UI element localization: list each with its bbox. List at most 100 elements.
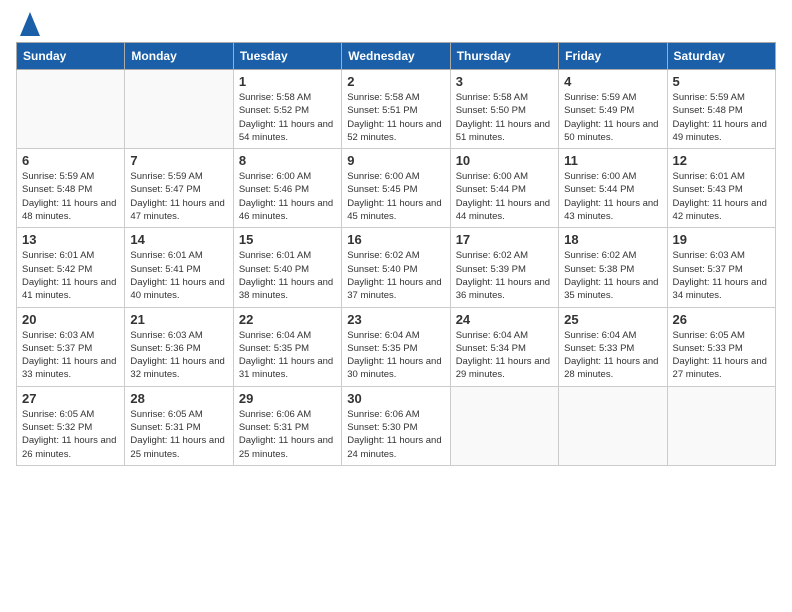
calendar-cell: 3 Sunrise: 5:58 AMSunset: 5:50 PMDaylight… — [450, 70, 558, 149]
calendar-cell: 28 Sunrise: 6:05 AMSunset: 5:31 PMDayligh… — [125, 386, 233, 465]
day-number: 2 — [347, 74, 444, 89]
day-number: 10 — [456, 153, 553, 168]
calendar-cell: 7 Sunrise: 5:59 AMSunset: 5:47 PMDaylight… — [125, 149, 233, 228]
day-info: Sunrise: 6:03 AMSunset: 5:36 PMDaylight:… — [130, 329, 227, 382]
day-info: Sunrise: 5:59 AMSunset: 5:48 PMDaylight:… — [673, 91, 770, 144]
calendar-body: 1Sunrise: 5:58 AMSunset: 5:52 PMDaylight… — [17, 70, 776, 466]
day-info: Sunrise: 6:00 AMSunset: 5:44 PMDaylight:… — [564, 170, 661, 223]
day-number: 22 — [239, 312, 336, 327]
calendar-header: SundayMondayTuesdayWednesdayThursdayFrid… — [17, 43, 776, 70]
day-info: Sunrise: 6:03 AMSunset: 5:37 PMDaylight:… — [673, 249, 770, 302]
calendar-cell: 6Sunrise: 5:59 AMSunset: 5:48 PMDaylight… — [17, 149, 125, 228]
day-info: Sunrise: 6:05 AMSunset: 5:32 PMDaylight:… — [22, 408, 119, 461]
calendar-cell: 18Sunrise: 6:02 AMSunset: 5:38 PMDayligh… — [559, 228, 667, 307]
header-day-thursday: Thursday — [450, 43, 558, 70]
day-info: Sunrise: 6:04 AMSunset: 5:33 PMDaylight:… — [564, 329, 661, 382]
day-number: 5 — [673, 74, 770, 89]
header-day-sunday: Sunday — [17, 43, 125, 70]
calendar-cell: 27 Sunrise: 6:05 AMSunset: 5:32 PMDayligh… — [17, 386, 125, 465]
calendar-cell: 26 Sunrise: 6:05 AMSunset: 5:33 PMDayligh… — [667, 307, 775, 386]
day-info: Sunrise: 6:00 AMSunset: 5:46 PMDaylight:… — [239, 170, 336, 223]
day-number: 1 — [239, 74, 336, 89]
day-info: Sunrise: 6:00 AMSunset: 5:45 PMDaylight:… — [347, 170, 444, 223]
calendar-cell: 14 Sunrise: 6:01 AMSunset: 5:41 PMDayligh… — [125, 228, 233, 307]
day-info: Sunrise: 6:01 AMSunset: 5:42 PMDaylight:… — [22, 249, 119, 302]
calendar-cell — [450, 386, 558, 465]
day-number: 23 — [347, 312, 444, 327]
day-info: Sunrise: 6:02 AMSunset: 5:40 PMDaylight:… — [347, 249, 444, 302]
calendar-cell: 4 Sunrise: 5:59 AMSunset: 5:49 PMDaylight… — [559, 70, 667, 149]
day-info: Sunrise: 6:06 AMSunset: 5:30 PMDaylight:… — [347, 408, 444, 461]
day-number: 12 — [673, 153, 770, 168]
header-day-saturday: Saturday — [667, 43, 775, 70]
day-number: 21 — [130, 312, 227, 327]
day-info: Sunrise: 6:01 AMSunset: 5:41 PMDaylight:… — [130, 249, 227, 302]
day-info: Sunrise: 6:06 AMSunset: 5:31 PMDaylight:… — [239, 408, 336, 461]
calendar-cell: 8 Sunrise: 6:00 AMSunset: 5:46 PMDaylight… — [233, 149, 341, 228]
day-info: Sunrise: 6:05 AMSunset: 5:31 PMDaylight:… — [130, 408, 227, 461]
day-number: 28 — [130, 391, 227, 406]
calendar-cell: 2 Sunrise: 5:58 AMSunset: 5:51 PMDaylight… — [342, 70, 450, 149]
header-row: SundayMondayTuesdayWednesdayThursdayFrid… — [17, 43, 776, 70]
calendar-cell — [17, 70, 125, 149]
day-info: Sunrise: 6:02 AMSunset: 5:39 PMDaylight:… — [456, 249, 553, 302]
day-number: 19 — [673, 232, 770, 247]
calendar-cell: 24Sunrise: 6:04 AMSunset: 5:34 PMDayligh… — [450, 307, 558, 386]
calendar-cell: 19 Sunrise: 6:03 AMSunset: 5:37 PMDayligh… — [667, 228, 775, 307]
week-row-4: 20 Sunrise: 6:03 AMSunset: 5:37 PMDayligh… — [17, 307, 776, 386]
logo-icon — [20, 12, 40, 36]
day-info: Sunrise: 5:59 AMSunset: 5:47 PMDaylight:… — [130, 170, 227, 223]
day-number: 11 — [564, 153, 661, 168]
day-info: Sunrise: 6:04 AMSunset: 5:34 PMDaylight:… — [456, 329, 553, 382]
day-number: 27 — [22, 391, 119, 406]
day-info: Sunrise: 6:03 AMSunset: 5:37 PMDaylight:… — [22, 329, 119, 382]
calendar-cell: 16 Sunrise: 6:02 AMSunset: 5:40 PMDayligh… — [342, 228, 450, 307]
calendar-cell: 20 Sunrise: 6:03 AMSunset: 5:37 PMDayligh… — [17, 307, 125, 386]
week-row-1: 1Sunrise: 5:58 AMSunset: 5:52 PMDaylight… — [17, 70, 776, 149]
day-info: Sunrise: 5:59 AMSunset: 5:49 PMDaylight:… — [564, 91, 661, 144]
calendar-cell: 13 Sunrise: 6:01 AMSunset: 5:42 PMDayligh… — [17, 228, 125, 307]
day-info: Sunrise: 6:00 AMSunset: 5:44 PMDaylight:… — [456, 170, 553, 223]
day-info: Sunrise: 6:04 AMSunset: 5:35 PMDaylight:… — [239, 329, 336, 382]
header-day-wednesday: Wednesday — [342, 43, 450, 70]
day-info: Sunrise: 5:58 AMSunset: 5:50 PMDaylight:… — [456, 91, 553, 144]
day-number: 20 — [22, 312, 119, 327]
day-info: Sunrise: 6:05 AMSunset: 5:33 PMDaylight:… — [673, 329, 770, 382]
day-info: Sunrise: 5:59 AMSunset: 5:48 PMDaylight:… — [22, 170, 119, 223]
calendar-cell: 11 Sunrise: 6:00 AMSunset: 5:44 PMDayligh… — [559, 149, 667, 228]
calendar-cell: 17Sunrise: 6:02 AMSunset: 5:39 PMDayligh… — [450, 228, 558, 307]
day-number: 3 — [456, 74, 553, 89]
page-header — [16, 16, 776, 36]
day-number: 8 — [239, 153, 336, 168]
day-info: Sunrise: 6:04 AMSunset: 5:35 PMDaylight:… — [347, 329, 444, 382]
day-number: 16 — [347, 232, 444, 247]
day-number: 14 — [130, 232, 227, 247]
calendar-cell: 9 Sunrise: 6:00 AMSunset: 5:45 PMDaylight… — [342, 149, 450, 228]
logo — [16, 16, 40, 36]
calendar-cell: 30 Sunrise: 6:06 AMSunset: 5:30 PMDayligh… — [342, 386, 450, 465]
week-row-3: 13 Sunrise: 6:01 AMSunset: 5:42 PMDayligh… — [17, 228, 776, 307]
day-number: 4 — [564, 74, 661, 89]
day-number: 29 — [239, 391, 336, 406]
day-number: 7 — [130, 153, 227, 168]
day-number: 26 — [673, 312, 770, 327]
day-number: 13 — [22, 232, 119, 247]
calendar-cell: 1Sunrise: 5:58 AMSunset: 5:52 PMDaylight… — [233, 70, 341, 149]
header-day-friday: Friday — [559, 43, 667, 70]
day-info: Sunrise: 5:58 AMSunset: 5:51 PMDaylight:… — [347, 91, 444, 144]
day-number: 30 — [347, 391, 444, 406]
day-number: 18 — [564, 232, 661, 247]
calendar-cell: 21 Sunrise: 6:03 AMSunset: 5:36 PMDayligh… — [125, 307, 233, 386]
day-number: 15 — [239, 232, 336, 247]
calendar-cell: 5 Sunrise: 5:59 AMSunset: 5:48 PMDaylight… — [667, 70, 775, 149]
calendar-table: SundayMondayTuesdayWednesdayThursdayFrid… — [16, 42, 776, 466]
calendar-cell: 12Sunrise: 6:01 AMSunset: 5:43 PMDayligh… — [667, 149, 775, 228]
header-day-monday: Monday — [125, 43, 233, 70]
day-info: Sunrise: 6:01 AMSunset: 5:40 PMDaylight:… — [239, 249, 336, 302]
calendar-cell: 29 Sunrise: 6:06 AMSunset: 5:31 PMDayligh… — [233, 386, 341, 465]
calendar-cell: 15 Sunrise: 6:01 AMSunset: 5:40 PMDayligh… — [233, 228, 341, 307]
week-row-2: 6Sunrise: 5:59 AMSunset: 5:48 PMDaylight… — [17, 149, 776, 228]
week-row-5: 27 Sunrise: 6:05 AMSunset: 5:32 PMDayligh… — [17, 386, 776, 465]
day-number: 9 — [347, 153, 444, 168]
calendar-cell: 22 Sunrise: 6:04 AMSunset: 5:35 PMDayligh… — [233, 307, 341, 386]
